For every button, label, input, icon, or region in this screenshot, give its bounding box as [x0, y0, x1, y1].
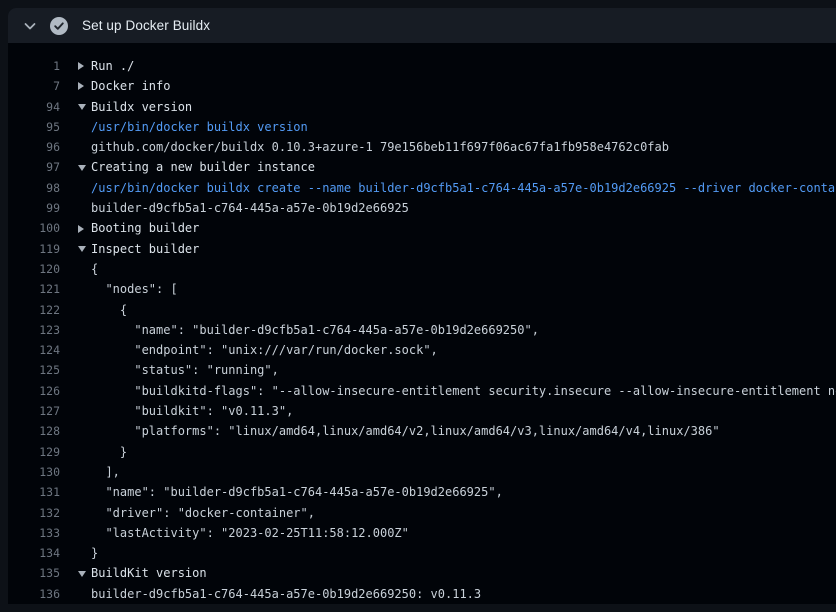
- log-text: builder-d9cfb5a1-c764-445a-a57e-0b19d2e6…: [60, 584, 481, 604]
- group-expanded-icon[interactable]: [78, 165, 91, 171]
- log-line: 98/usr/bin/docker buildx create --name b…: [8, 178, 836, 198]
- line-number-link[interactable]: 129: [8, 442, 60, 462]
- line-number-link[interactable]: 134: [8, 543, 60, 563]
- line-number-link[interactable]: 132: [8, 503, 60, 523]
- log-body: 1Run ./7Docker info94Buildx version95/us…: [8, 43, 836, 604]
- log-text: "buildkit": "v0.11.3",: [60, 401, 293, 421]
- log-line[interactable]: 97 Creating a new builder instance: [8, 157, 836, 177]
- log-text: Booting builder: [91, 218, 199, 238]
- group-expanded-icon[interactable]: [78, 571, 91, 577]
- line-number-link[interactable]: 95: [8, 117, 60, 137]
- line-number-link[interactable]: 130: [8, 462, 60, 482]
- log-text: }: [60, 543, 98, 563]
- log-line[interactable]: 100 Booting builder: [8, 218, 836, 238]
- line-number-link[interactable]: 99: [8, 198, 60, 218]
- line-number-link[interactable]: 126: [8, 381, 60, 401]
- log-text: Docker info: [91, 76, 170, 96]
- group-expanded-icon[interactable]: [78, 104, 91, 110]
- log-text: "buildkitd-flags": "--allow-insecure-ent…: [60, 381, 836, 401]
- log-text: builder-d9cfb5a1-c764-445a-a57e-0b19d2e6…: [60, 198, 409, 218]
- line-number-link[interactable]: 131: [8, 482, 60, 502]
- line-number-link[interactable]: 124: [8, 340, 60, 360]
- log-line: 127 "buildkit": "v0.11.3",: [8, 401, 836, 421]
- log-line: 120{: [8, 259, 836, 279]
- log-text: "lastActivity": "2023-02-25T11:58:12.000…: [60, 523, 409, 543]
- log-text: /usr/bin/docker buildx create --name bui…: [60, 178, 836, 198]
- step-header[interactable]: Set up Docker Buildx: [8, 8, 836, 43]
- group-collapsed-icon[interactable]: [78, 82, 91, 90]
- log-line[interactable]: 7 Docker info: [8, 76, 836, 96]
- log-text: "status": "running",: [60, 360, 279, 380]
- group-expanded-icon[interactable]: [78, 246, 91, 252]
- log-text: ],: [60, 462, 120, 482]
- group-collapsed-icon[interactable]: [78, 225, 91, 233]
- log-line: 95/usr/bin/docker buildx version: [8, 117, 836, 137]
- log-line: 125 "status": "running",: [8, 360, 836, 380]
- log-line[interactable]: 119 Inspect builder: [8, 239, 836, 259]
- log-line: 123 "name": "builder-d9cfb5a1-c764-445a-…: [8, 320, 836, 340]
- line-number-link[interactable]: 119: [8, 239, 60, 259]
- log-line: 133 "lastActivity": "2023-02-25T11:58:12…: [8, 523, 836, 543]
- log-text: {: [60, 259, 98, 279]
- line-number-link[interactable]: 128: [8, 421, 60, 441]
- log-text: /usr/bin/docker buildx version: [60, 117, 308, 137]
- log-line: 126 "buildkitd-flags": "--allow-insecure…: [8, 381, 836, 401]
- log-line: 132 "driver": "docker-container",: [8, 503, 836, 523]
- log-line: 129 }: [8, 442, 836, 462]
- line-number-link[interactable]: 1: [8, 56, 60, 76]
- log-text: Inspect builder: [91, 239, 199, 259]
- log-line: 131 "name": "builder-d9cfb5a1-c764-445a-…: [8, 482, 836, 502]
- log-text: "endpoint": "unix:///var/run/docker.sock…: [60, 340, 438, 360]
- group-collapsed-icon[interactable]: [78, 62, 91, 70]
- line-number-link[interactable]: 7: [8, 76, 60, 96]
- log-text: }: [60, 442, 127, 462]
- chevron-down-icon[interactable]: [22, 18, 38, 34]
- log-text: "driver": "docker-container",: [60, 503, 315, 523]
- line-number-link[interactable]: 120: [8, 259, 60, 279]
- log-text: github.com/docker/buildx 0.10.3+azure-1 …: [60, 137, 669, 157]
- line-number-link[interactable]: 122: [8, 300, 60, 320]
- line-number-link[interactable]: 100: [8, 218, 60, 238]
- log-line: 128 "platforms": "linux/amd64,linux/amd6…: [8, 421, 836, 441]
- log-line: 130 ],: [8, 462, 836, 482]
- line-number-link[interactable]: 127: [8, 401, 60, 421]
- line-number-link[interactable]: 98: [8, 178, 60, 198]
- log-line[interactable]: 135 BuildKit version: [8, 563, 836, 583]
- line-number-link[interactable]: 123: [8, 320, 60, 340]
- actions-log-page: { "header": { "title": "Set up Docker Bu…: [0, 8, 836, 612]
- log-text: {: [60, 300, 127, 320]
- log-line: 124 "endpoint": "unix:///var/run/docker.…: [8, 340, 836, 360]
- line-number-link[interactable]: 96: [8, 137, 60, 157]
- log-text: "name": "builder-d9cfb5a1-c764-445a-a57e…: [60, 482, 503, 502]
- line-number-link[interactable]: 125: [8, 360, 60, 380]
- line-number-link[interactable]: 133: [8, 523, 60, 543]
- log-line: 134}: [8, 543, 836, 563]
- line-number-link[interactable]: 121: [8, 279, 60, 299]
- log-text: Run ./: [91, 56, 134, 76]
- step-log-panel: Set up Docker Buildx 1 Run ./ 7 Docker info…: [8, 8, 836, 604]
- log-line[interactable]: 1 Run ./: [8, 56, 836, 76]
- log-text: "nodes": [: [60, 279, 178, 299]
- log-text: BuildKit version: [91, 563, 207, 583]
- line-number-link[interactable]: 135: [8, 563, 60, 583]
- log-text: Buildx version: [91, 97, 192, 117]
- log-line: 96github.com/docker/buildx 0.10.3+azure-…: [8, 137, 836, 157]
- log-line: 121 "nodes": [: [8, 279, 836, 299]
- log-line: 122 {: [8, 300, 836, 320]
- line-number-link[interactable]: 136: [8, 584, 60, 604]
- log-text: "name": "builder-d9cfb5a1-c764-445a-a57e…: [60, 320, 539, 340]
- step-title: Set up Docker Buildx: [82, 18, 210, 33]
- check-circle-icon: [50, 17, 68, 35]
- log-line: 99builder-d9cfb5a1-c764-445a-a57e-0b19d2…: [8, 198, 836, 218]
- line-number-link[interactable]: 97: [8, 157, 60, 177]
- log-text: "platforms": "linux/amd64,linux/amd64/v2…: [60, 421, 720, 441]
- line-number-link[interactable]: 94: [8, 97, 60, 117]
- log-line: 136builder-d9cfb5a1-c764-445a-a57e-0b19d…: [8, 584, 836, 604]
- log-text: Creating a new builder instance: [91, 157, 315, 177]
- log-line[interactable]: 94 Buildx version: [8, 97, 836, 117]
